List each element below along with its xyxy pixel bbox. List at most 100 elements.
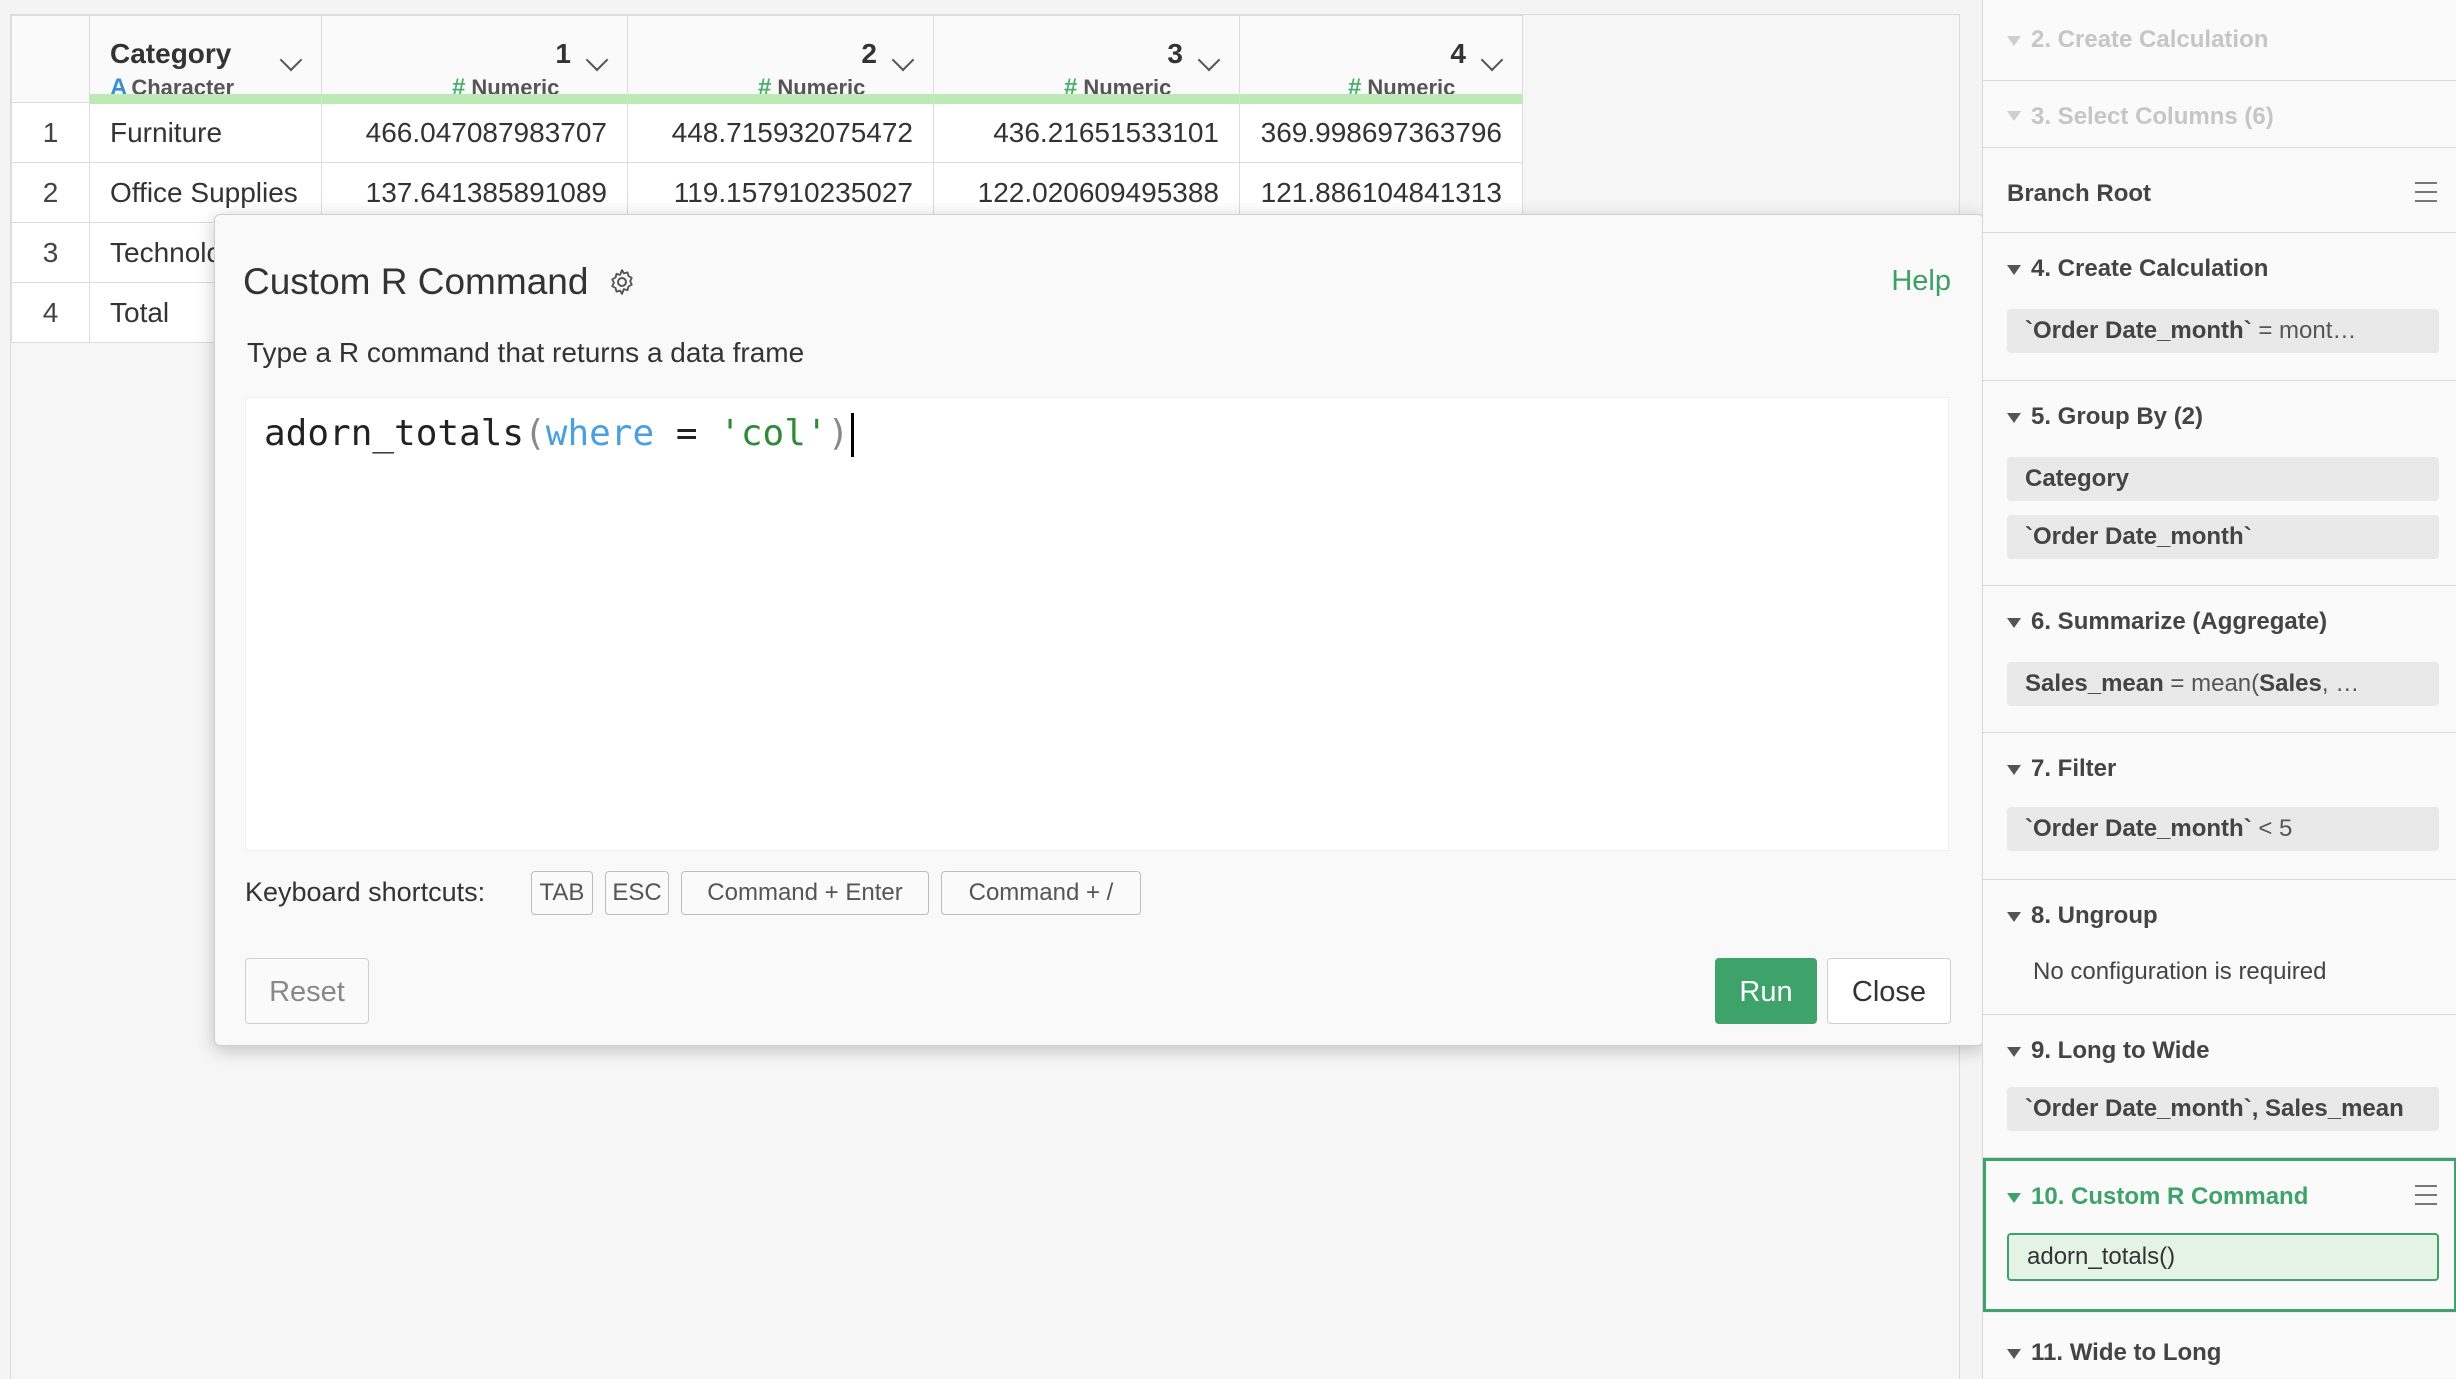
caret-down-icon[interactable] xyxy=(2007,265,2021,275)
column-header-2[interactable]: 2 # Numeric xyxy=(627,15,934,104)
chevron-down-icon[interactable] xyxy=(1197,48,1221,72)
pill-code: `Order Date_month` xyxy=(2025,523,2252,550)
row-number: 1 xyxy=(11,102,90,163)
table-cell[interactable]: 466.047087983707 xyxy=(321,102,628,163)
step-summarize[interactable]: 6. Summarize (Aggregate) Sales_mean = me… xyxy=(1983,586,2456,733)
pill-text: = mont… xyxy=(2251,317,2357,344)
column-name: 3 xyxy=(1167,38,1183,69)
table-cell[interactable]: 436.21651533101 xyxy=(933,102,1240,163)
menu-icon[interactable] xyxy=(2415,1185,2437,1205)
run-button[interactable]: Run xyxy=(1715,958,1817,1024)
code-string: 'col' xyxy=(719,413,828,454)
chevron-down-icon[interactable] xyxy=(279,48,303,72)
chevron-down-icon[interactable] xyxy=(891,48,915,72)
caret-down-icon[interactable] xyxy=(2007,765,2021,775)
step-group-by[interactable]: 5. Group By (2) Category `Order Date_mon… xyxy=(1983,381,2456,586)
step-ungroup[interactable]: 8. Ungroup No configuration is required xyxy=(1983,880,2456,1015)
step-title: 10. Custom R Command xyxy=(2031,1183,2309,1210)
caret-down-icon[interactable] xyxy=(2007,1349,2021,1359)
caret-down-icon[interactable] xyxy=(2007,413,2021,423)
caret-down-icon[interactable] xyxy=(2007,1193,2021,1203)
column-name: 2 xyxy=(861,38,877,69)
shortcut-command-slash: Command + / xyxy=(941,871,1141,915)
branch-root[interactable]: Branch Root xyxy=(1983,148,2456,233)
step-wide-to-long[interactable]: 11. Wide to Long xyxy=(1983,1313,2456,1378)
column-header-category[interactable]: Category A Character xyxy=(89,15,322,104)
caret-down-icon[interactable] xyxy=(2007,912,2021,922)
column-quality-bar xyxy=(90,94,321,104)
step-config-pill[interactable]: adorn_totals() xyxy=(2007,1233,2439,1281)
gear-icon[interactable] xyxy=(607,267,637,297)
step-title: 3. Select Columns (6) xyxy=(2031,103,2274,130)
step-title: 7. Filter xyxy=(2031,755,2117,782)
row-number: 2 xyxy=(11,162,90,223)
row-number-header xyxy=(11,15,90,103)
code-paren-close: ) xyxy=(827,413,850,454)
dialog-description: Type a R command that returns a data fra… xyxy=(247,337,805,368)
column-quality-bar xyxy=(322,94,627,104)
step-config-pill[interactable]: Category xyxy=(2007,457,2439,501)
pill-text: = mean( xyxy=(2163,670,2260,697)
column-header-4[interactable]: 4 # Numeric xyxy=(1239,15,1523,104)
help-link[interactable]: Help xyxy=(1891,265,1951,298)
pill-code: `Order Date_month`, Sales_mean xyxy=(2025,1095,2404,1122)
text-cursor xyxy=(851,413,855,457)
caret-down-icon[interactable] xyxy=(2007,618,2021,628)
step-title: 8. Ungroup xyxy=(2031,902,2158,929)
close-button[interactable]: Close xyxy=(1827,958,1951,1024)
chevron-down-icon[interactable] xyxy=(1480,48,1504,72)
step-filter[interactable]: 7. Filter `Order Date_month` < 5 xyxy=(1983,733,2456,880)
step-title: 4. Create Calculation xyxy=(2031,255,2269,282)
column-header-1[interactable]: 1 # Numeric xyxy=(321,15,628,104)
keyboard-shortcuts-label: Keyboard shortcuts: xyxy=(245,877,486,907)
column-name: 4 xyxy=(1450,38,1466,69)
pill-code: Category xyxy=(2025,465,2130,492)
header-row: Category A Character 1 # Numeric 2 # Numeri… xyxy=(11,15,1523,104)
pill-text: , … xyxy=(2321,670,2360,697)
shortcut-esc: ESC xyxy=(605,871,669,915)
step-select-columns[interactable]: 3. Select Columns (6) xyxy=(1983,81,2456,148)
table-row: 1 Furniture 466.047087983707 448.7159320… xyxy=(11,102,1523,163)
step-config-pill[interactable]: `Order Date_month`, Sales_mean xyxy=(2007,1087,2439,1131)
step-title: 9. Long to Wide xyxy=(2031,1037,2210,1064)
pill-code: `Order Date_month` xyxy=(2025,815,2252,842)
step-config-pill[interactable]: `Order Date_month` < 5 xyxy=(2007,807,2439,851)
column-name: Category xyxy=(110,38,232,69)
step-create-calculation-4[interactable]: 4. Create Calculation `Order Date_month`… xyxy=(1983,233,2456,381)
caret-down-icon[interactable] xyxy=(2007,36,2021,46)
table-cell[interactable]: 369.998697363796 xyxy=(1239,102,1523,163)
column-header-3[interactable]: 3 # Numeric xyxy=(933,15,1240,104)
custom-r-command-dialog: Custom R Command Help Type a R command t… xyxy=(214,214,1984,1046)
step-title: 2. Create Calculation xyxy=(2031,26,2269,53)
pill-code: Sales_mean xyxy=(2025,670,2164,697)
step-config-pill[interactable]: `Order Date_month` = mont… xyxy=(2007,309,2439,353)
step-config-pill[interactable]: `Order Date_month` xyxy=(2007,515,2439,559)
step-title: 11. Wide to Long xyxy=(2031,1339,2222,1366)
chevron-down-icon[interactable] xyxy=(585,48,609,72)
step-long-to-wide[interactable]: 9. Long to Wide `Order Date_month`, Sale… xyxy=(1983,1015,2456,1158)
row-number: 3 xyxy=(11,222,90,283)
column-name: 1 xyxy=(555,38,571,69)
step-config-pill[interactable]: Sales_mean = mean(Sales, … xyxy=(2007,662,2439,706)
step-create-calculation-2[interactable]: 2. Create Calculation xyxy=(1983,0,2456,81)
reset-button[interactable]: Reset xyxy=(245,958,369,1024)
shortcut-tab: TAB xyxy=(531,871,593,915)
table-cell[interactable]: Furniture xyxy=(89,102,322,163)
table-cell[interactable]: 448.715932075472 xyxy=(627,102,934,163)
step-title: 5. Group By (2) xyxy=(2031,403,2204,430)
caret-down-icon[interactable] xyxy=(2007,111,2021,121)
column-quality-bar xyxy=(628,94,933,104)
column-quality-bar xyxy=(1240,94,1522,104)
caret-down-icon[interactable] xyxy=(2007,1047,2021,1057)
step-title: 6. Summarize (Aggregate) xyxy=(2031,608,2328,635)
pill-code: `Order Date_month` xyxy=(2025,317,2252,344)
menu-icon[interactable] xyxy=(2415,182,2437,202)
shortcut-command-enter: Command + Enter xyxy=(681,871,929,915)
code-editor[interactable]: adorn_totals(where = 'col') xyxy=(245,397,1949,851)
code-function: adorn_totals xyxy=(264,413,525,454)
step-custom-r-command[interactable]: 10. Custom R Command adorn_totals() xyxy=(1983,1158,2456,1312)
pill-code: Sales xyxy=(2259,670,2322,697)
branch-root-title: Branch Root xyxy=(2007,180,2151,207)
code-operator: = xyxy=(654,413,720,454)
row-number: 4 xyxy=(11,282,90,343)
